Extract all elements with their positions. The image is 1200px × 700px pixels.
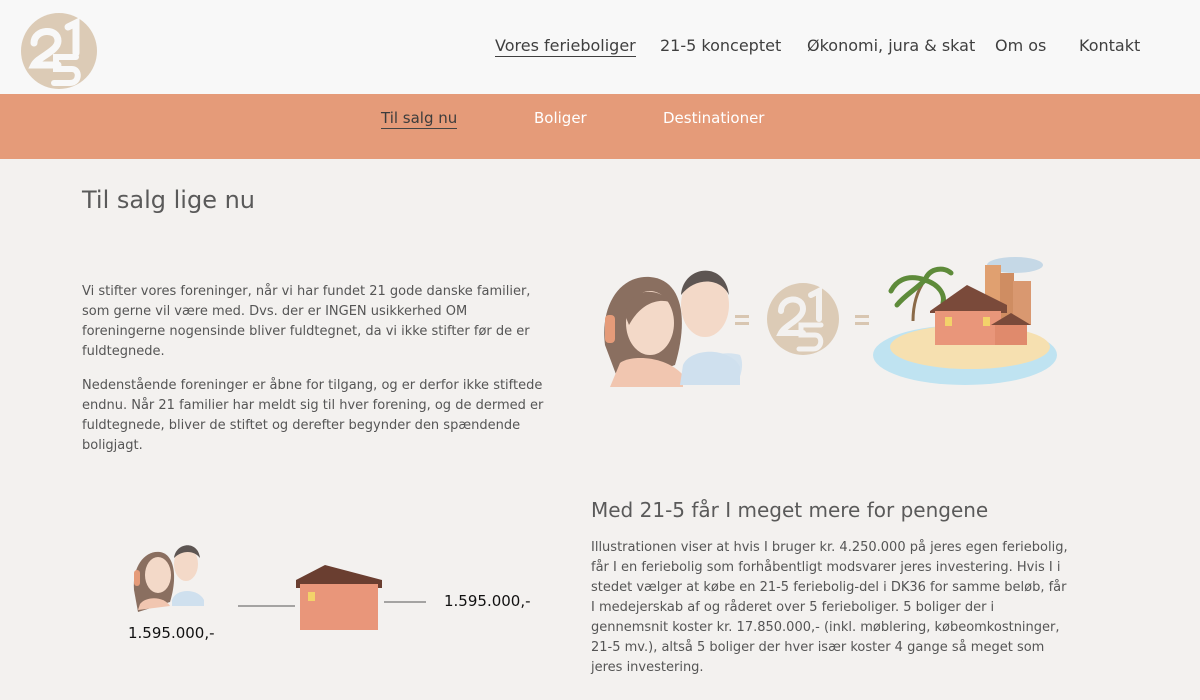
price-left: 1.595.000,- <box>128 624 215 642</box>
nav-okonomi-jura-skat[interactable]: Økonomi, jura & skat <box>807 36 975 55</box>
section-heading: Med 21-5 får I meget mere for pengene <box>591 498 989 522</box>
subnav-til-salg-nu[interactable]: Til salg nu <box>381 109 458 129</box>
subnav-boliger[interactable]: Boliger <box>534 109 587 127</box>
nav-21-5-konceptet[interactable]: 21-5 konceptet <box>660 36 781 55</box>
nav-om-os[interactable]: Om os <box>995 36 1046 55</box>
equals-icon <box>855 315 869 325</box>
house-icon <box>296 565 382 630</box>
couple-small-icon <box>133 545 204 612</box>
man-figure-icon <box>680 270 743 385</box>
logo-mark-icon <box>767 283 839 355</box>
sub-nav: Til salg nu Boliger Destinationer <box>0 94 1200 159</box>
subnav-destinationer[interactable]: Destinationer <box>663 109 764 127</box>
nav-vores-ferieboliger[interactable]: Vores ferieboliger <box>495 36 636 57</box>
concept-illustration <box>604 257 1057 387</box>
top-header: Vores ferieboliger 21-5 konceptet Økonom… <box>0 0 1200 94</box>
page-title: Til salg lige nu <box>82 186 256 214</box>
intro-paragraph-2: Nedenstående foreninger er åbne for tilg… <box>82 378 544 453</box>
intro-paragraph-1: Vi stifter vores foreninger, når vi har … <box>82 284 531 359</box>
price-right: 1.595.000,- <box>444 592 531 610</box>
section-body: Illustrationen viser at hvis I bruger kr… <box>591 540 1068 675</box>
logo-21-5[interactable] <box>18 13 100 89</box>
beach-house-icon <box>873 257 1057 385</box>
equals-icon <box>735 315 749 325</box>
woman-figure-icon <box>604 276 683 387</box>
nav-kontakt[interactable]: Kontakt <box>1079 36 1140 55</box>
